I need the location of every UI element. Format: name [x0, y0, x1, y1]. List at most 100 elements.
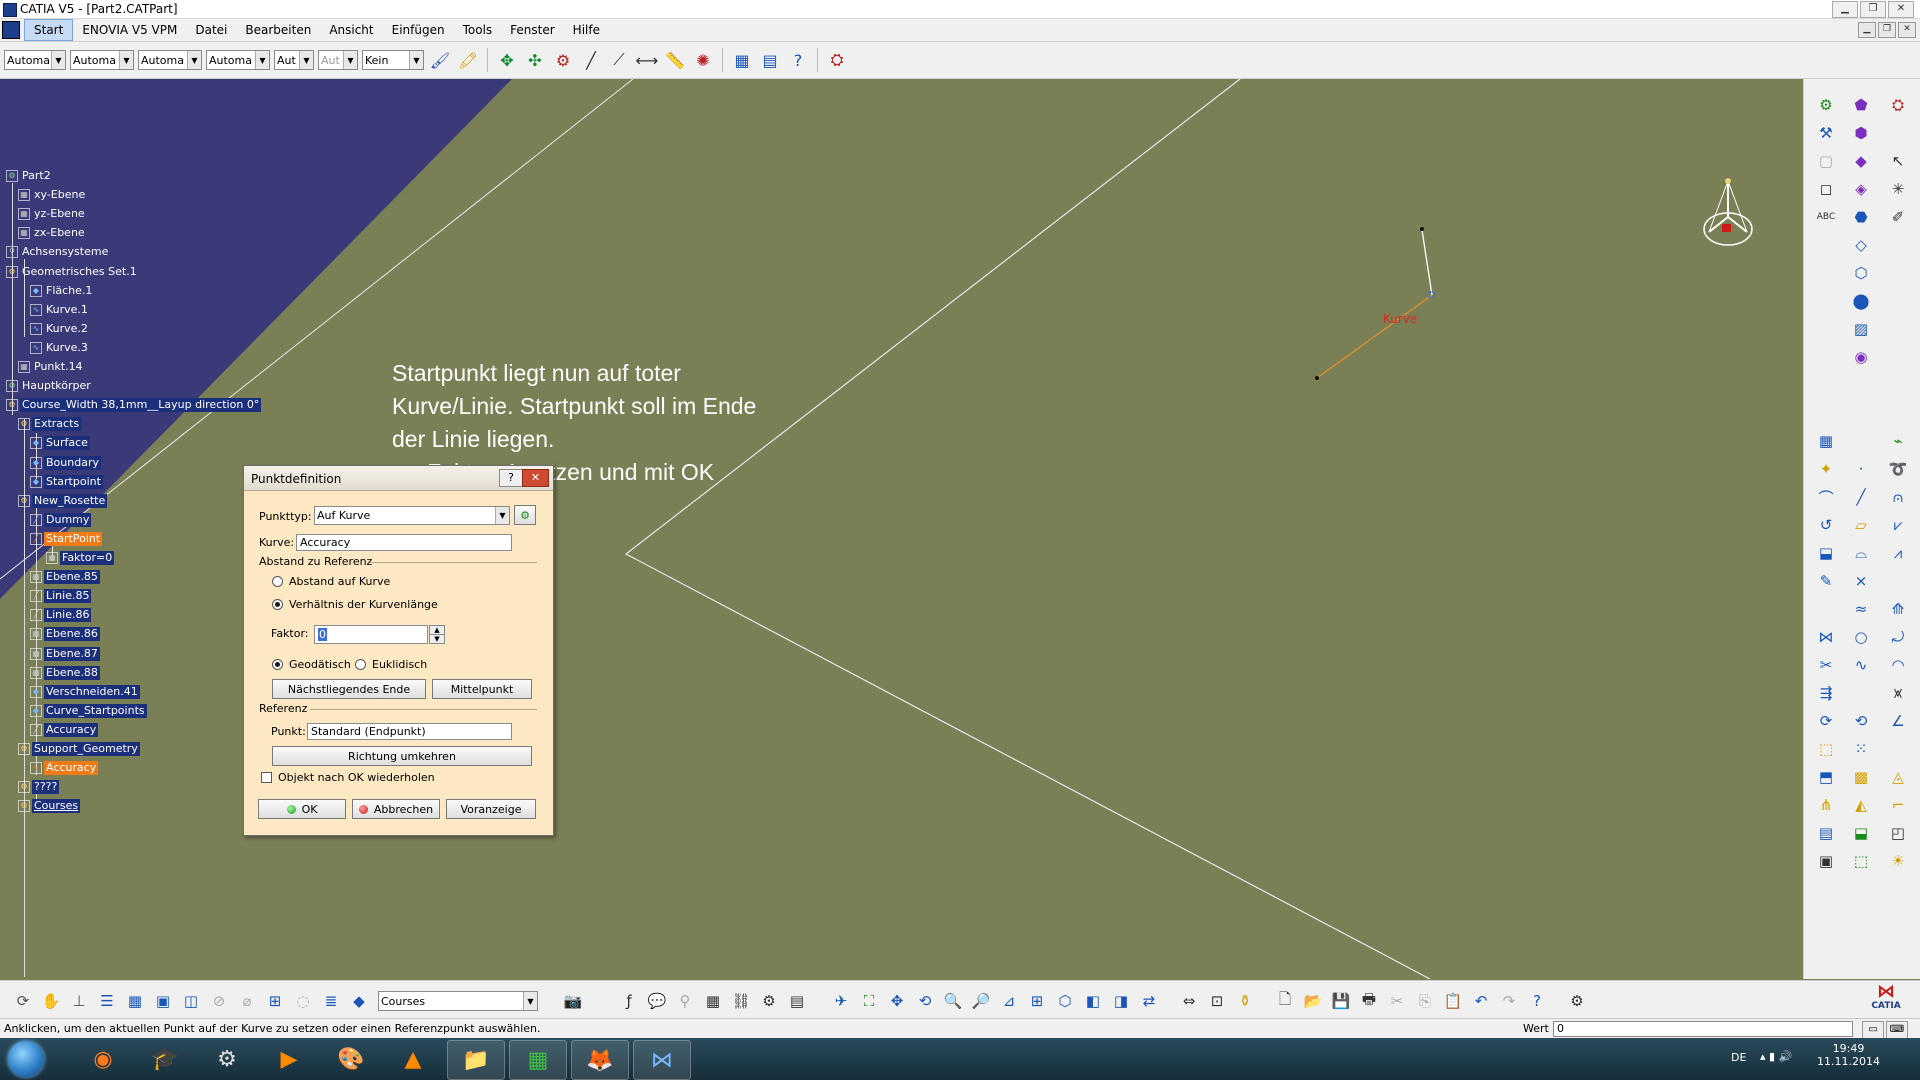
radio-euklidisch[interactable]	[355, 659, 366, 670]
tree-node[interactable]: ╱ StartPoint	[30, 531, 103, 546]
circle-icon[interactable]: ○	[1847, 623, 1875, 651]
wiederholen-checkbox[interactable]	[261, 772, 272, 783]
tray-icons[interactable]: ▴ ▮ 🔊	[1760, 1050, 1792, 1063]
punkttyp-select[interactable]: Auf Kurve ▼	[314, 506, 510, 525]
sweep-icon[interactable]: ✎	[1812, 567, 1840, 595]
design-table-icon[interactable]: ▤	[784, 989, 810, 1013]
connect-icon[interactable]: ↺	[1812, 511, 1840, 539]
undo-icon[interactable]: ↶	[1468, 989, 1494, 1013]
power-input-icon[interactable]: ▭	[1862, 1021, 1884, 1039]
transform-icon[interactable]: ⟳	[1812, 707, 1840, 735]
radio-geodaetisch[interactable]	[272, 659, 283, 670]
catalog-icon[interactable]: ▦	[730, 48, 754, 72]
repetition-icon[interactable]: ⟲	[1847, 707, 1875, 735]
shading-icon[interactable]: ◧	[1080, 989, 1106, 1013]
knowledge-check-icon[interactable]: ⚙	[756, 989, 782, 1013]
mass-icon[interactable]: ⚱	[1232, 989, 1258, 1013]
tree-node[interactable]: ∿ Kurve.3	[30, 341, 90, 355]
menu-tools[interactable]: Tools	[454, 19, 502, 41]
radio-abstand[interactable]	[272, 576, 283, 587]
select-arrow-icon[interactable]: ↖	[1884, 147, 1912, 175]
redo-icon[interactable]: ↷	[1496, 989, 1522, 1013]
open-icon[interactable]: 📂	[1300, 989, 1326, 1013]
surface-icon[interactable]: ◭	[1847, 791, 1875, 819]
layer-combo[interactable]: Aut ▼	[274, 50, 314, 70]
dialog-close-button[interactable]: ✕	[522, 469, 549, 487]
pan-icon[interactable]: ✥	[884, 989, 910, 1013]
stepper-down-icon[interactable]: ▼	[429, 635, 445, 644]
camera-icon[interactable]: 📷	[560, 989, 586, 1013]
tree-node[interactable]: ▦ Faktor=0	[46, 551, 115, 565]
tree-node[interactable]: ▦ Ebene.88	[30, 665, 100, 680]
multi-view-icon[interactable]: ⊞	[1024, 989, 1050, 1013]
grid-points-icon[interactable]: ⁙	[1847, 735, 1875, 763]
sweep-surface-icon[interactable]: ⩘	[1884, 539, 1912, 567]
wire-icon[interactable]: ⌁	[1884, 427, 1912, 455]
fit-all-icon[interactable]: ⛶	[856, 989, 882, 1013]
taskbar-app-vlc-icon[interactable]: ▲	[385, 1040, 441, 1078]
point-small-icon[interactable]: ·	[1847, 455, 1875, 483]
table-icon[interactable]: ▦	[700, 989, 726, 1013]
sphere-icon[interactable]: ◠	[1884, 651, 1912, 679]
tree-node[interactable]: ◆ Fläche.1	[30, 284, 94, 298]
faktor-input[interactable]: 0	[314, 625, 428, 644]
tree-node[interactable]: ∿ Kurve.1	[30, 303, 90, 317]
pattern-icon[interactable]: ◉	[1847, 343, 1875, 371]
cut-icon[interactable]: ✂	[1384, 989, 1410, 1013]
radio-abstand-row[interactable]: Abstand auf Kurve	[272, 575, 390, 588]
save-icon[interactable]: 💾	[1328, 989, 1354, 1013]
taskbar-app-excel-icon[interactable]: ▦	[509, 1040, 567, 1080]
doc-restore-button[interactable]: ❐	[1878, 22, 1896, 38]
analysis-icon[interactable]: ✺	[691, 48, 715, 72]
sheet-icon[interactable]: ⬒	[1812, 763, 1840, 791]
taskbar-app-media-icon[interactable]: ▶	[261, 1040, 317, 1078]
swap-space-icon[interactable]: ⇄	[1136, 989, 1162, 1013]
naechstliegendes-ende-button[interactable]: Nächstliegendes Ende	[272, 679, 426, 699]
layers-icon[interactable]: ≣	[318, 989, 344, 1013]
normal-view-icon[interactable]: ⊿	[996, 989, 1022, 1013]
measure-between-icon[interactable]: ⇔	[1176, 989, 1202, 1013]
current-object-combo[interactable]: Courses ▼	[378, 991, 538, 1011]
sketcher-icon[interactable]: ✐	[1884, 203, 1912, 231]
tree-node[interactable]: ⚙ Hauptkörper	[6, 379, 93, 393]
line-tool-icon[interactable]: ╱	[579, 48, 603, 72]
tree-node[interactable]: ⚙ Courses	[18, 799, 81, 814]
measure-item-icon[interactable]: ⊡	[1204, 989, 1230, 1013]
tree-node[interactable]: ◆ Verschneiden.41	[30, 684, 140, 699]
taskbar-app-education-icon[interactable]: 🎓	[137, 1040, 193, 1078]
tree-node[interactable]: ▦ Ebene.87	[30, 646, 100, 661]
parameter-icon[interactable]: ⚲	[672, 989, 698, 1013]
compass-widget[interactable]	[1695, 177, 1755, 257]
wert-input[interactable]: 0	[1553, 1021, 1853, 1037]
workbench-icon[interactable]: ⛭	[1884, 91, 1912, 119]
tree-node[interactable]: ◆ Boundary	[30, 455, 101, 470]
curve-startpoint[interactable]	[1315, 376, 1319, 380]
paste-icon[interactable]: 📋	[1440, 989, 1466, 1013]
hide-show-icon[interactable]: ◨	[1108, 989, 1134, 1013]
hierarchy-icon[interactable]: ⊞	[262, 989, 288, 1013]
keyboard-icon[interactable]: ⌨	[1886, 1021, 1908, 1039]
revolve-icon[interactable]: ⤾	[1884, 623, 1912, 651]
menu-datei[interactable]: Datei	[186, 19, 236, 41]
loft-icon[interactable]: ⩀	[1884, 483, 1912, 511]
angle-icon[interactable]: ∠	[1884, 707, 1912, 735]
tree-node[interactable]: ⚲ Achsensysteme	[6, 245, 110, 259]
tree-node[interactable]: ▦ zx-Ebene	[18, 226, 87, 240]
corner-icon[interactable]: ⌐	[1884, 791, 1912, 819]
menu-ansicht[interactable]: Ansicht	[320, 19, 382, 41]
tree-node[interactable]: ▦ Punkt.14	[18, 360, 85, 374]
multi-section-icon[interactable]: ⟰	[1884, 595, 1912, 623]
split-icon[interactable]: ✂	[1812, 651, 1840, 679]
tree-node[interactable]: ⚙ Geometrisches Set.1	[6, 265, 139, 279]
zoom-out-icon[interactable]: 🔎	[968, 989, 994, 1013]
tree-node[interactable]: ⚙ New_Rosette	[18, 493, 108, 508]
taskbar-app-explorer-icon[interactable]: 📁	[447, 1040, 505, 1080]
boolean-icon[interactable]: ◰	[1884, 819, 1912, 847]
tree-node[interactable]: ⚙????	[18, 780, 60, 795]
spline-icon[interactable]: ∿	[1847, 651, 1875, 679]
taskbar-app-firefox-icon[interactable]: 🦊	[571, 1040, 629, 1080]
tree-node[interactable]: ◆ Curve_Startpoints	[30, 703, 147, 718]
snap-point-icon[interactable]: ✳	[1884, 175, 1912, 203]
whats-this-icon[interactable]: ?	[786, 48, 810, 72]
abbrechen-button[interactable]: Abbrechen	[352, 799, 440, 819]
